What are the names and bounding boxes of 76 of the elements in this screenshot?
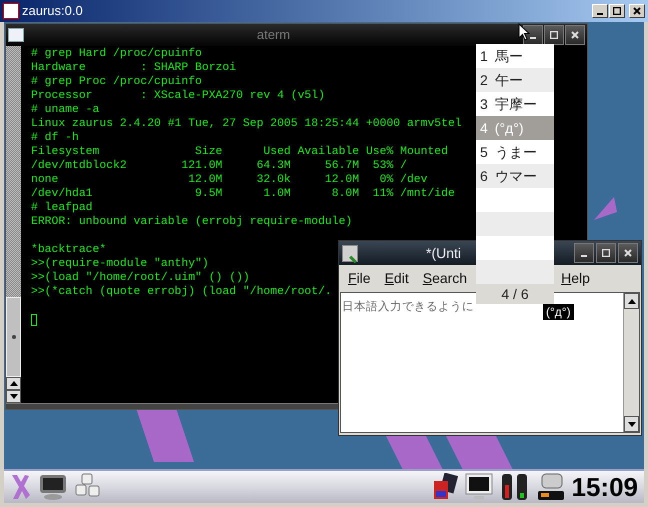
close-button[interactable] [618, 243, 638, 263]
maximize-icon [550, 31, 558, 39]
terminal-line: /dev/mtdblock2 121.0M 64.3M 56.7M 53% / [31, 159, 407, 173]
terminal-line: Linux zaurus 2.4.20 #1 Tue, 27 Sep 2005 18:25:44 +0000 armv5tel [31, 117, 462, 131]
down-arrow-icon [628, 422, 636, 426]
preedit-text: (°д°) [543, 304, 574, 320]
text-cursor [31, 314, 37, 326]
terminal-line: /dev/hda1 9.5M 1.0M 8.0M 11% /mnt/ide [31, 187, 455, 201]
terminal-line: >>(load "/home/root/.uim" () ()) [31, 271, 250, 285]
menu-item[interactable]: Search [422, 268, 468, 289]
terminal-line: # grep Proc /proc/cpuinfo [31, 75, 202, 89]
scroll-up-button[interactable] [624, 293, 639, 309]
candidate-number: 5 [480, 142, 488, 162]
candidate-text: 宇摩ー [494, 94, 537, 114]
menu-item[interactable]: Edit [384, 268, 409, 289]
vnc-app-icon [3, 3, 19, 19]
candidate-number: 3 [480, 94, 488, 114]
x-logo-icon[interactable] [10, 473, 32, 501]
mouse-pointer-icon [518, 23, 530, 41]
editor-app-icon [342, 244, 358, 262]
up-arrow-icon [10, 381, 18, 386]
close-button[interactable] [565, 25, 585, 45]
maximize-icon [602, 249, 610, 257]
battery-icon[interactable] [536, 473, 566, 501]
candidate-number: 1 [480, 46, 488, 66]
candidate-text: 馬ー [494, 46, 523, 66]
monitor-icon[interactable] [38, 473, 68, 501]
terminal-line: none 12.0M 32.0k 12.0M 0% /dev [31, 173, 428, 187]
editor-text: 日本語入力できるように [342, 301, 474, 313]
candidate-item[interactable]: 6 ウマー [476, 164, 554, 188]
terminal-line: # leafpad [31, 201, 93, 215]
candidate-number: 2 [480, 70, 488, 90]
close-icon [624, 249, 632, 257]
terminal-line: Hardware : SHARP Borzoi [31, 61, 236, 75]
clock: 15:09 [572, 470, 638, 504]
candidate-text: 午ー [494, 70, 523, 90]
scroll-up-button[interactable] [6, 377, 21, 390]
scrollbar[interactable] [6, 46, 21, 403]
candidate-number: 4 [480, 118, 488, 138]
terminal-line: # df -h [31, 131, 79, 145]
maximize-button[interactable] [596, 243, 616, 263]
maximize-icon [613, 7, 621, 15]
terminal-line: ERROR: unbound variable (errobj require-module) [31, 215, 352, 229]
maximize-button[interactable] [544, 25, 564, 45]
scroll-down-button[interactable] [6, 390, 21, 403]
memory-card-icon[interactable] [432, 473, 458, 501]
close-icon [571, 31, 579, 39]
window-title: aterm [256, 26, 292, 44]
terminal-line: Processor : XScale-PXA270 rev 4 (v5l) [31, 89, 325, 103]
window-title: *(Unti [426, 244, 462, 263]
down-arrow-icon [10, 394, 18, 399]
terminal-line: >>(require-module "anthy") [31, 257, 209, 271]
scroll-down-button[interactable] [624, 416, 639, 432]
menu-item[interactable]: File [348, 268, 371, 289]
terminal-line: # uname -a [31, 103, 100, 117]
terminal-line: # grep Hard /proc/cpuinfo [31, 47, 202, 61]
candidate-text: (°д°) [494, 118, 524, 138]
terminal-line: >>(*catch (quote errobj) (load "/home/root/. [31, 285, 332, 299]
scrollbar[interactable] [623, 293, 639, 432]
display-icon[interactable] [464, 473, 494, 501]
candidate-number: 6 [480, 166, 488, 186]
up-arrow-icon [628, 298, 636, 304]
candidate-text: ウマー [494, 166, 537, 186]
menu-item[interactable]: Help [561, 268, 590, 289]
level-meter-icon[interactable] [500, 473, 530, 501]
close-icon [633, 7, 641, 15]
terminal-line: *backtrace* [31, 243, 106, 257]
window-icon [8, 28, 24, 42]
minimize-button[interactable] [574, 243, 594, 263]
candidate-text: うまー [494, 142, 537, 162]
candidate-item[interactable]: 2 午ー [476, 68, 554, 92]
candidate-counter: 4 / 6 [476, 284, 554, 304]
scrollbar-thumb[interactable] [6, 297, 21, 377]
grip-icon [12, 335, 16, 339]
terminal-line: Filesystem Size Used Available Use% Mounted [31, 145, 448, 159]
window-title: zaurus:0.0 [22, 2, 84, 20]
